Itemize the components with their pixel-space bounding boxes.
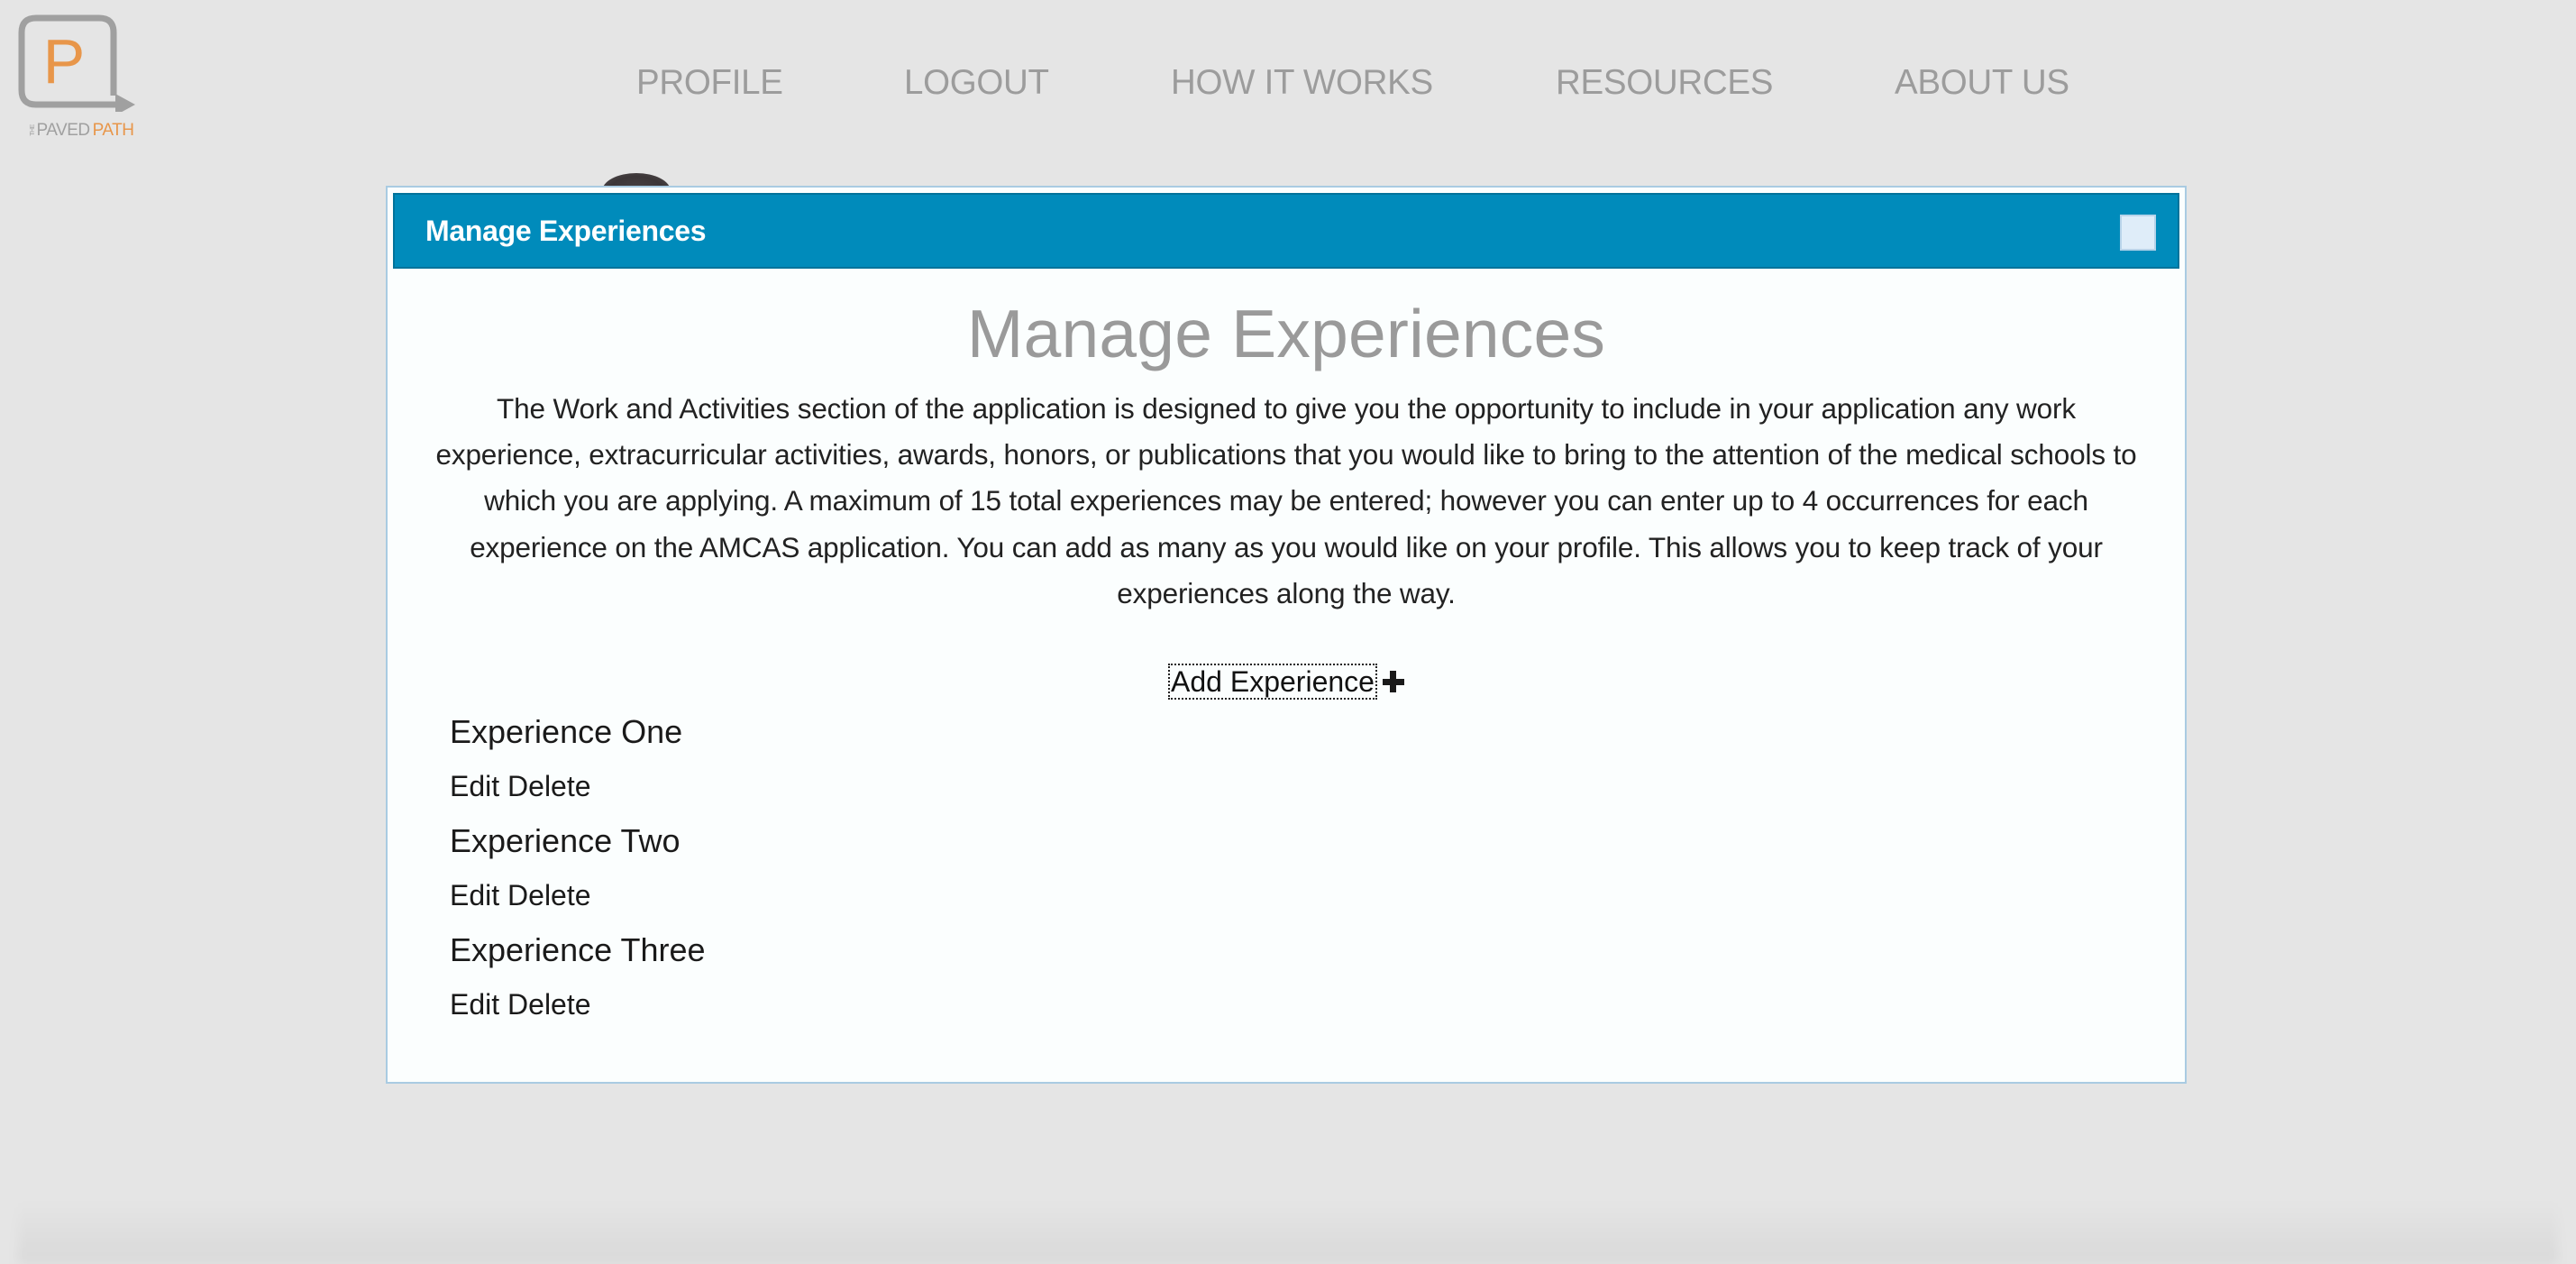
- logo-wordmark: THEPAVED PATH: [27, 121, 134, 141]
- edit-link[interactable]: Edit: [450, 988, 499, 1021]
- list-item: Experience One Edit Delete: [450, 712, 2149, 821]
- experience-actions: Edit Delete: [450, 986, 591, 1022]
- nav-logout[interactable]: LOGOUT: [904, 61, 1049, 105]
- experience-actions: Edit Delete: [450, 877, 591, 913]
- experience-list: Experience One Edit Delete Experience Tw…: [450, 712, 2149, 1040]
- add-experience-row: Add Experience: [388, 664, 2185, 703]
- edit-link[interactable]: Edit: [450, 770, 499, 802]
- logo-text-path: PATH: [92, 121, 134, 140]
- experience-title: Experience One: [450, 713, 683, 750]
- list-item: Experience Three Edit Delete: [450, 930, 2149, 1040]
- plus-icon[interactable]: [1382, 671, 1404, 692]
- nav-how-it-works[interactable]: HOW IT WORKS: [1171, 61, 1433, 105]
- delete-link[interactable]: Delete: [507, 770, 591, 802]
- logo-text-the: THE: [29, 124, 36, 137]
- nav-profile[interactable]: PROFILE: [636, 61, 783, 105]
- close-icon[interactable]: [2120, 215, 2156, 251]
- experience-actions: Edit Delete: [450, 768, 591, 804]
- edit-link[interactable]: Edit: [450, 879, 499, 911]
- nav-resources[interactable]: RESOURCES: [1556, 61, 1773, 105]
- description-text: The Work and Activities section of the a…: [435, 392, 2137, 609]
- dialog-title: Manage Experiences: [425, 215, 707, 247]
- add-experience-button[interactable]: Add Experience: [1168, 664, 1377, 700]
- logo-text-paved: PAVED: [36, 121, 91, 140]
- manage-experiences-dialog: Manage Experiences Manage Experiences Th…: [386, 186, 2187, 1084]
- experience-title: Experience Two: [450, 822, 681, 859]
- list-item: Experience Two Edit Delete: [450, 821, 2149, 930]
- paved-path-logo[interactable]: P THEPAVED PATH: [16, 13, 142, 148]
- delete-link[interactable]: Delete: [507, 988, 591, 1021]
- logo-mark-icon: P: [18, 14, 135, 112]
- nav-about-us[interactable]: ABOUT US: [1895, 61, 2069, 105]
- dialog-titlebar[interactable]: Manage Experiences: [393, 193, 2179, 269]
- page-title: Manage Experiences: [966, 296, 1606, 371]
- delete-link[interactable]: Delete: [507, 879, 591, 911]
- experience-title: Experience Three: [450, 931, 706, 968]
- logo-letter: P: [43, 26, 86, 96]
- page-bottom-shadow: [18, 1201, 2558, 1264]
